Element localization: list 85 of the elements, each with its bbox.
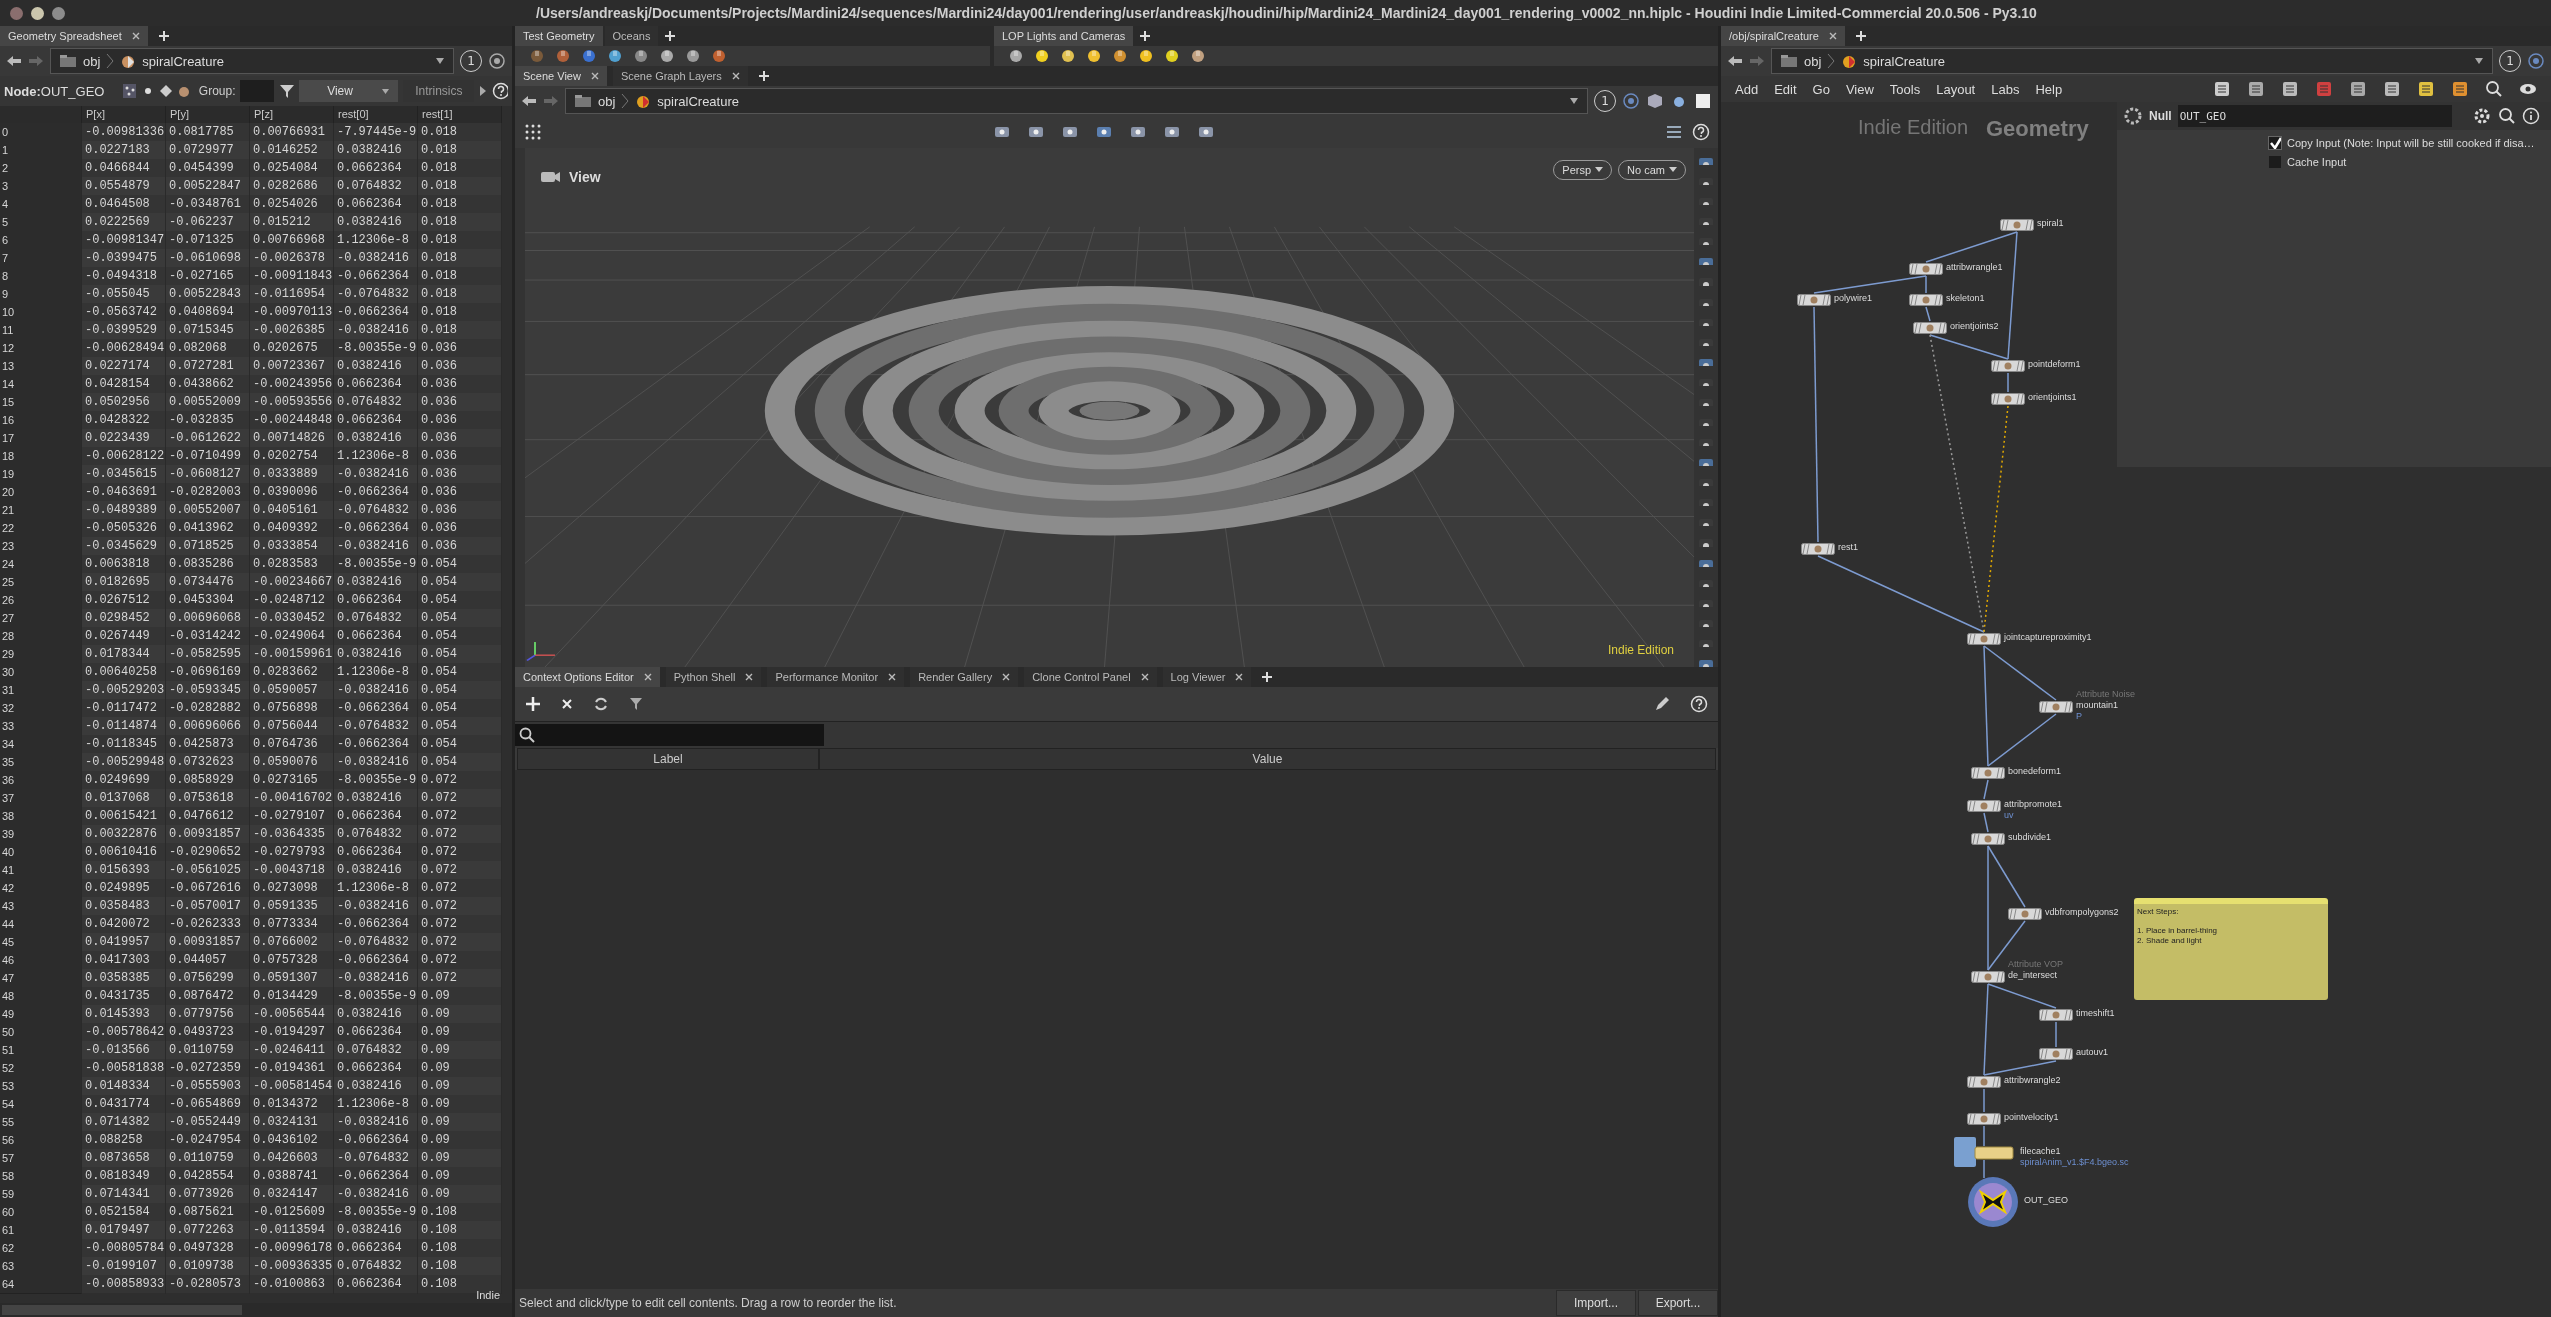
node-label: orientjoints1	[2028, 392, 2077, 403]
node-label: rest1	[1838, 542, 1858, 553]
pane-tab[interactable]: Log Viewer	[1162, 667, 1252, 687]
shelf-tab[interactable]: Test Geometry	[515, 26, 603, 46]
shelf-tab[interactable]: Oceans	[604, 26, 659, 46]
window-title: /Users/andreaskj/Documents/Projects/Mardini24/sequences/Mardini24/day001/rendering/user/andreaskj/houdini/hip/Mardini24_Mardini24_day001_rendering_v0002_nn.hiplc - Houdini Indie Limited-Commercial 20.0.506 - Py3.10	[536, 5, 2037, 21]
pane-tab[interactable]: Render Gallery	[910, 667, 1019, 687]
node-label: attribpromote1	[2004, 799, 2063, 810]
sticky-note[interactable]: Next Steps: 1. Place in barrel-thing 2. Shade and light	[2134, 898, 2328, 1000]
table-cell: -0.0280573	[166, 1275, 250, 1294]
group-label: Group:	[198, 84, 236, 98]
path-segment[interactable]: obj	[598, 93, 616, 109]
path-segment[interactable]: spiralCreature	[657, 93, 739, 109]
menu-item[interactable]: Help	[2035, 81, 2063, 97]
menu-item[interactable]: Tools	[1889, 81, 1921, 97]
node-label: pointvelocity1	[2004, 1112, 2059, 1123]
note-text: 1. Place in barrel-thing	[2137, 926, 2219, 936]
node-label: attribwrangle1	[1946, 262, 2003, 273]
node-label: Node:OUT_GEO	[4, 83, 105, 99]
node-label: spiral1	[2037, 218, 2064, 229]
pane-tab[interactable]: Scene View	[515, 66, 607, 86]
checkbox-label: Cache Input	[2287, 156, 2347, 168]
node-label: pointdeform1	[2028, 359, 2081, 370]
pane-tab[interactable]: Performance Monitor	[767, 667, 905, 687]
file-button[interactable]: Export...	[1638, 1290, 1718, 1316]
edition-label: Indie Edition	[1607, 643, 1674, 657]
node-label: subdivide1	[2008, 832, 2052, 843]
shelf-tab[interactable]: LOP Lights and Cameras	[994, 26, 1134, 46]
viewport-label: View	[569, 169, 601, 185]
node-label: polywire1	[1834, 293, 1873, 304]
path-bar[interactable]: obj spiralCreature	[565, 88, 1588, 114]
path-segment[interactable]: obj	[1804, 53, 1822, 69]
status-text: Select and click/type to edit cell contents. Drag a row to reorder the list.	[519, 1296, 898, 1310]
path-segment[interactable]: spiralCreature	[1863, 53, 1945, 69]
menu-item[interactable]: Labs	[1991, 81, 2020, 97]
node-tag: uv	[2004, 810, 2063, 821]
node-tag: spiralAnim_v1.$F4.bgeo.sc	[2020, 1157, 2129, 1168]
edition-watermark: Indie Edition	[1858, 116, 1969, 139]
node-label: vdbfrompolygons2	[2045, 907, 2119, 918]
node-label: timeshift1	[2076, 1008, 2115, 1019]
node-label: bonedeform1	[2008, 766, 2062, 777]
menu-item[interactable]: View	[1845, 81, 1874, 97]
node-label: mountain1	[2076, 700, 2119, 711]
context-watermark: Geometry	[1986, 116, 2089, 142]
node-tag: P	[2076, 711, 2119, 722]
checkbox-label: Copy Input (Note: Input will be still cooked if disa…	[2287, 137, 2535, 149]
table-cell: -0.00858933	[82, 1275, 166, 1294]
file-button[interactable]: Import...	[1556, 1290, 1636, 1316]
column-header[interactable]: Label	[517, 748, 819, 770]
node-type-label: Attribute Noise	[2076, 689, 2136, 700]
path-bar[interactable]: obj spiralCreature	[50, 48, 454, 74]
3d-viewport[interactable]: View Persp No cam Indie Edition	[515, 148, 1694, 667]
node-label: autouv1	[2076, 1047, 2109, 1058]
path-bar[interactable]: obj spiralCreature	[1771, 48, 2493, 74]
node-label: orientjoints2	[1950, 321, 1999, 332]
node-label: OUT_GEO	[2024, 1195, 2068, 1206]
table-cell: 0.0662364	[334, 1275, 418, 1294]
node-label: de_intersect	[2008, 970, 2058, 981]
node-label: jointcaptureproximity1	[2004, 632, 2092, 643]
view-dropdown[interactable]: View	[299, 80, 399, 102]
menu-item[interactable]: Add	[1735, 81, 1759, 97]
pane-tab[interactable]: /obj/spiralCreature	[1721, 26, 1845, 46]
pane-tab[interactable]: Geometry Spreadsheet	[0, 26, 148, 46]
node-label: skeleton1	[1946, 293, 1985, 304]
pane-tab[interactable]: Clone Control Panel	[1024, 667, 1157, 687]
column-header[interactable]: Value	[819, 748, 1716, 770]
table-cell: -0.0100863	[250, 1275, 334, 1294]
pane-tab[interactable]: Context Options Editor	[515, 667, 660, 687]
node-label: filecache1	[2020, 1146, 2062, 1157]
path-segment[interactable]: obj	[83, 53, 101, 69]
menu-item[interactable]: Edit	[1774, 81, 1797, 97]
row-number: 64	[0, 1275, 82, 1294]
node-name-field[interactable]: OUT_GEO	[2177, 105, 2452, 127]
note-text: 2. Shade and light	[2137, 936, 2203, 946]
camera-menu-button[interactable]: No cam	[1618, 160, 1686, 180]
node-type-label: Null	[2149, 109, 2172, 123]
path-segment[interactable]: spiralCreature	[142, 53, 224, 69]
pane-tab[interactable]: Python Shell	[665, 667, 762, 687]
pane-tab[interactable]: Scene Graph Layers	[612, 66, 748, 86]
note-title: Next Steps:	[2137, 907, 2180, 917]
menu-item[interactable]: Layout	[1936, 81, 1976, 97]
node-label: attribwrangle2	[2004, 1075, 2061, 1086]
menu-item[interactable]: Go	[1812, 81, 1830, 97]
camera-menu-button[interactable]: Persp	[1553, 160, 1613, 180]
node-type-label: Attribute VOP	[2008, 959, 2064, 970]
